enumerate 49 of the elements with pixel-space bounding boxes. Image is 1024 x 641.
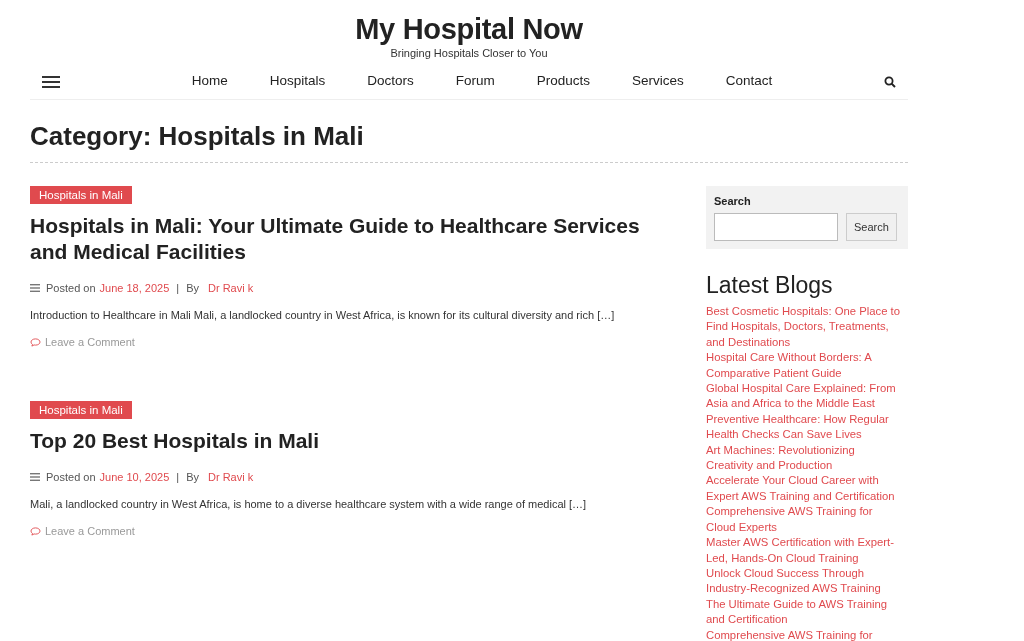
- meta-separator: |: [176, 281, 180, 295]
- posted-label: Posted on: [46, 281, 96, 295]
- blog-link[interactable]: Art Machines: Revolutionizing Creativity and Production: [706, 442, 900, 474]
- post-excerpt: Introduction to Healthcare in Mali Mali, a landlocked country in West Africa, is known for its cultural diversity and rich […]: [30, 308, 615, 322]
- post-excerpt: Mali, a landlocked country in West Africa, is home to a diverse healthcare system with a wide range of medical […]: [30, 497, 587, 511]
- speech-bubble-icon: [30, 337, 41, 347]
- blog-link[interactable]: Comprehensive AWS Training for: [706, 627, 900, 641]
- post-title[interactable]: Hospitals in Mali: Your Ultimate Guide to Healthcare Services and Medical Facilities: [30, 213, 680, 265]
- blog-link[interactable]: Hospital Care Without Borders: A Comparative Patient Guide: [706, 350, 900, 382]
- blog-link[interactable]: Master AWS Certification with Expert-Led, Hands-On Cloud Training: [706, 535, 900, 566]
- search-label: Search: [714, 194, 752, 208]
- site-title[interactable]: My Hospital Now: [355, 12, 583, 46]
- speech-bubble-icon: [30, 526, 41, 536]
- search-field[interactable]: [714, 213, 838, 241]
- category-tag[interactable]: Hospitals in Mali: [30, 401, 132, 419]
- post-title[interactable]: Top 20 Best Hospitals in Mali: [30, 428, 319, 454]
- comment-link[interactable]: Leave a Comment: [30, 335, 135, 349]
- author-link[interactable]: Dr Ravi k: [208, 470, 254, 484]
- meta-separator: |: [176, 470, 180, 484]
- nav-link[interactable]: Home: [191, 71, 228, 92]
- blog-link[interactable]: Global Hospital Care Explained: From Asia and Africa to the Middle East: [706, 381, 900, 412]
- nav-link[interactable]: Products: [536, 71, 591, 92]
- search-icon[interactable]: [884, 75, 896, 88]
- blog-link[interactable]: Comprehensive AWS Training for Cloud Experts: [706, 504, 900, 536]
- author-link[interactable]: Dr Ravi k: [208, 281, 254, 295]
- blog-link[interactable]: Best Cosmetic Hospitals: One Place to Find Hospitals, Doctors, Treatments, and Destinations: [706, 304, 900, 351]
- by-label: By: [186, 470, 199, 484]
- nav-link[interactable]: Contact: [725, 71, 773, 92]
- nav-link[interactable]: Forum: [455, 71, 495, 92]
- menu-icon[interactable]: [42, 74, 60, 89]
- widget-heading: Latest Blogs: [706, 271, 834, 299]
- comment-link[interactable]: Leave a Comment: [30, 524, 135, 538]
- nav-link[interactable]: Hospitals: [269, 71, 326, 92]
- blog-link[interactable]: Preventive Healthcare: How Regular Health Checks Can Save Lives: [706, 411, 900, 443]
- site-tagline: Bringing Hospitals Closer to You: [390, 46, 548, 60]
- posted-label: Posted on: [46, 470, 96, 484]
- by-label: By: [186, 281, 199, 295]
- date-link[interactable]: June 10, 2025: [99, 470, 170, 484]
- page-title: Category: Hospitals in Mali: [30, 100, 908, 163]
- list-icon: [30, 284, 40, 292]
- category-tag[interactable]: Hospitals in Mali: [30, 186, 132, 204]
- date-link[interactable]: June 18, 2025: [99, 281, 170, 295]
- search-button[interactable]: Search: [846, 213, 897, 241]
- blog-link[interactable]: Unlock Cloud Success Through Industry-Recognized AWS Training: [706, 565, 900, 597]
- blog-link[interactable]: The Ultimate Guide to AWS Training and Certification: [706, 596, 900, 628]
- nav-link[interactable]: Doctors: [367, 71, 414, 92]
- list-icon: [30, 473, 40, 481]
- blog-link[interactable]: Accelerate Your Cloud Career with Expert AWS Training and Certification: [706, 473, 900, 505]
- nav-link[interactable]: Services: [632, 71, 684, 92]
